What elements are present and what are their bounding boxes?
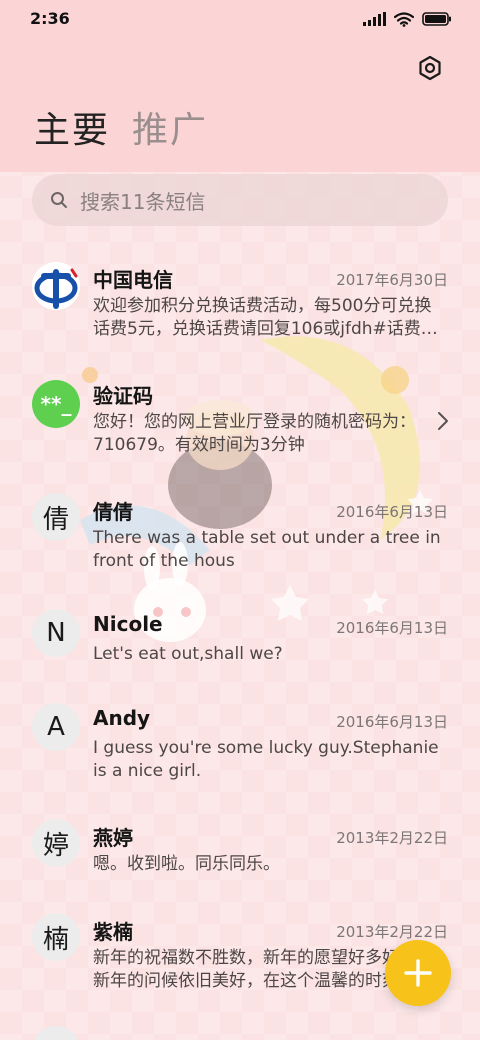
message-snippet: 欢迎参加积分兑换话费活动，每500分可兑换话费5元，兑换话费请回复106或jfd… — [93, 296, 438, 339]
sender-name: Andy — [93, 706, 151, 730]
sender-name: 验证码 — [93, 384, 153, 408]
sender-name: 紫楠 — [93, 920, 133, 944]
list-item[interactable]: 婷 燕婷 2013年2月22日 嗯。收到啦。同乐同乐。 — [0, 804, 480, 898]
sender-name: 中国电信 — [93, 268, 173, 292]
status-icons — [363, 11, 452, 27]
sender-name: Nicole — [93, 612, 163, 636]
avatar: A — [32, 703, 80, 751]
sender-name: 倩倩 — [93, 500, 133, 524]
list-item[interactable]: A Andy 2016年6月13日 I guess you're some lu… — [0, 688, 480, 804]
settings-icon — [419, 55, 441, 81]
search-placeholder: 搜索11条短信 — [80, 189, 206, 214]
china-telecom-logo-icon — [32, 262, 80, 310]
message-date: 2016年6月13日 — [336, 713, 448, 731]
search-input[interactable]: 搜索11条短信 — [32, 174, 448, 226]
tab-promotions[interactable]: 推广 — [132, 108, 208, 154]
verification-code-avatar: **_ — [32, 380, 80, 428]
message-date: 2017年6月30日 — [336, 271, 448, 289]
message-snippet: I guess you're some lucky guy.Stephanie … — [93, 738, 439, 781]
avatar — [32, 1026, 80, 1040]
sender-name: 燕婷 — [93, 826, 133, 850]
avatar: 倩 — [32, 493, 80, 541]
list-item[interactable]: 倩 倩倩 2016年6月13日 There was a table set ou… — [0, 478, 480, 594]
message-snippet: 嗯。收到啦。同乐同乐。 — [93, 854, 280, 874]
plus-icon — [404, 959, 432, 987]
avatar: 婷 — [32, 819, 80, 867]
status-time: 2:36 — [30, 9, 70, 28]
message-date: 2013年2月22日 — [336, 829, 448, 847]
chevron-right-icon — [438, 412, 448, 430]
message-snippet: Let's eat out,shall we? — [93, 644, 283, 664]
list-item[interactable]: **_ 验证码 您好！您的网上营业厅登录的随机密码为：710679。有效时间为3… — [0, 362, 480, 478]
wifi-icon — [394, 11, 414, 27]
compose-button[interactable] — [385, 940, 451, 1006]
avatar: 楠 — [32, 913, 80, 961]
message-date: 2016年6月13日 — [336, 503, 448, 521]
message-date: 2013年2月22日 — [336, 923, 448, 941]
list-item[interactable] — [0, 1026, 480, 1040]
status-bar: 2:36 — [0, 0, 480, 38]
message-snippet: 您好！您的网上营业厅登录的随机密码为：710679。有效时间为3分钟 — [93, 412, 416, 455]
list-item[interactable]: 中国电信 2017年6月30日 欢迎参加积分兑换话费活动，每500分可兑换话费5… — [0, 246, 480, 362]
message-snippet: There was a table set out under a tree i… — [93, 528, 441, 571]
list-item[interactable]: N Nicole 2016年6月13日 Let's eat out,shall … — [0, 594, 480, 688]
search-icon — [51, 192, 67, 208]
avatar: N — [32, 609, 80, 657]
tab-primary[interactable]: 主要 — [34, 108, 110, 154]
signal-icon — [363, 12, 386, 26]
tab-bar: 主要 推广 — [34, 108, 208, 154]
settings-button[interactable] — [416, 54, 444, 82]
battery-icon — [422, 12, 452, 26]
message-date: 2016年6月13日 — [336, 619, 448, 637]
